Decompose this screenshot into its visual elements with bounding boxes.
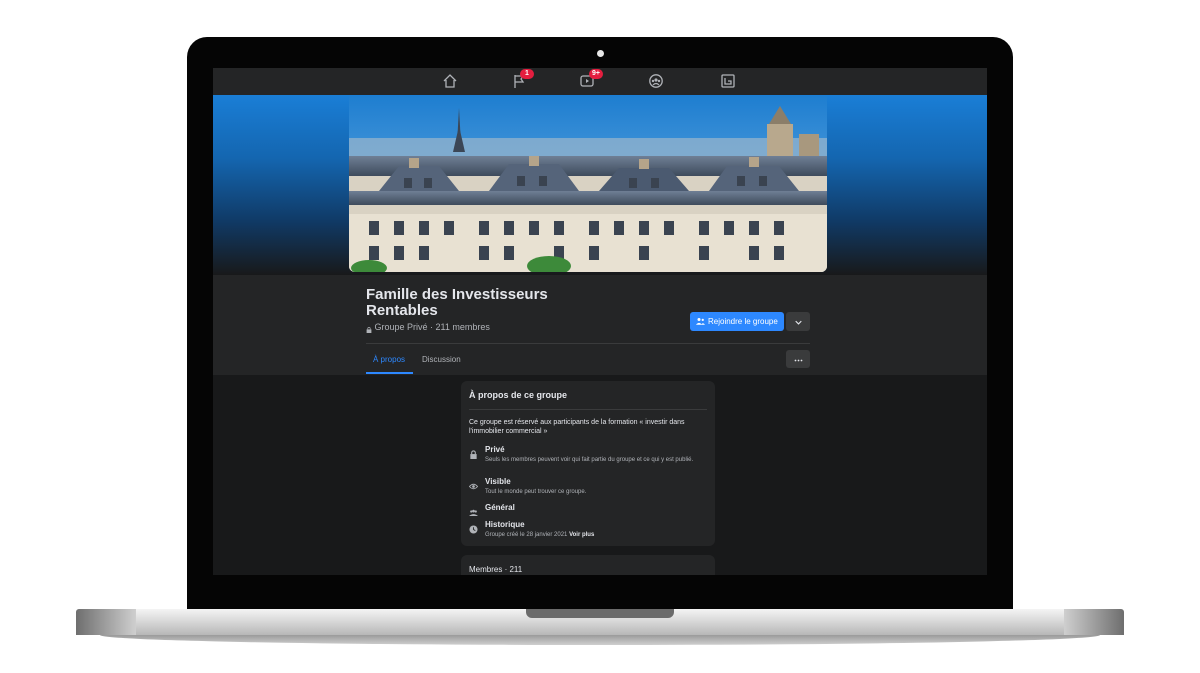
people-icon	[469, 504, 478, 516]
video-icon[interactable]: 9+	[579, 69, 603, 91]
notification-badge: 9+	[589, 69, 603, 79]
row-subtitle: Tout le monde peut trouver ce groupe.	[485, 489, 587, 495]
eye-icon	[468, 478, 479, 490]
more-button[interactable]	[786, 350, 810, 368]
laptop-notch	[526, 609, 674, 618]
row-title: Historique	[485, 520, 525, 529]
members-title: Membres · 211	[469, 565, 523, 574]
tab-discussion[interactable]: Discussion	[422, 355, 461, 364]
creation-date: Groupe créé le 28 janvier 2021	[485, 532, 568, 538]
group-privacy-members: Groupe Privé · 211 membres	[374, 322, 490, 332]
header-divider	[366, 343, 810, 344]
tab-about[interactable]: À propos	[373, 355, 405, 364]
row-subtitle: Groupe créé le 28 janvier 2021 Voir plus	[485, 531, 707, 539]
cover-photo[interactable]	[349, 96, 827, 272]
home-icon[interactable]	[442, 73, 460, 91]
group-title: Famille des Investisseurs Rentables	[366, 286, 548, 319]
members-card: Membres · 211	[461, 555, 715, 575]
chevron-down-icon	[794, 317, 802, 327]
base-left-edge	[76, 609, 136, 635]
flag-icon[interactable]: 1	[511, 69, 534, 91]
laptop-base-shadow	[100, 635, 1100, 645]
group-meta: Groupe Privé · 211 membres	[366, 322, 490, 333]
group-header: Famille des Investisseurs Rentables Grou…	[213, 275, 987, 375]
see-more-link[interactable]: Voir plus	[569, 532, 594, 538]
notification-badge: 1	[520, 69, 534, 79]
join-group-label: Rejoindre le groupe	[708, 317, 778, 326]
lock-icon	[469, 446, 478, 459]
groups-icon[interactable]	[648, 73, 666, 91]
lock-icon	[366, 325, 372, 333]
gaming-icon[interactable]	[720, 73, 738, 91]
camera-dot	[597, 50, 604, 57]
card-divider	[469, 409, 707, 410]
join-group-button[interactable]: Rejoindre le groupe	[690, 312, 784, 331]
people-icon	[696, 317, 705, 327]
more-options-dropdown[interactable]	[786, 312, 810, 331]
row-subtitle: Seuls les membres peuvent voir qui fait …	[485, 457, 694, 463]
clock-icon	[469, 521, 478, 534]
base-right-edge	[1064, 609, 1124, 635]
row-title: Général	[485, 503, 515, 512]
row-title: Privé	[485, 445, 505, 454]
ellipsis-icon	[794, 354, 803, 364]
screen: 1 9+ Famille des Investisseurs Rentables…	[213, 68, 987, 575]
about-description: Ce groupe est réservé aux participants d…	[469, 419, 685, 435]
top-navigation: 1 9+	[213, 68, 987, 96]
about-title: À propos de ce groupe	[469, 390, 568, 400]
about-card: À propos de ce groupe Ce groupe est rése…	[461, 381, 715, 546]
row-title: Visible	[485, 477, 511, 486]
active-tab-indicator	[366, 372, 413, 374]
